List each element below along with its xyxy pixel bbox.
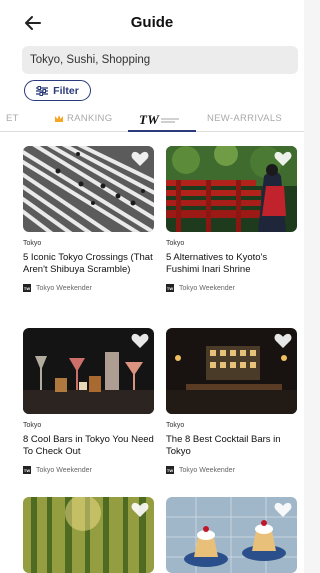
article-card[interactable]: Tokyo 5 Iconic Tokyo Crossings (That Are… <box>23 146 154 292</box>
filter-button[interactable]: Filter <box>24 80 91 101</box>
favorite-heart-icon[interactable] <box>274 502 292 518</box>
source-name: Tokyo Weekender <box>179 466 235 474</box>
source-name: Tokyo Weekender <box>36 466 92 474</box>
article-card[interactable]: Tokyo 5 Alternatives to Kyoto's Fushimi … <box>166 146 297 292</box>
article-headline[interactable]: 5 Iconic Tokyo Crossings (That Aren't Sh… <box>23 252 154 276</box>
article-card[interactable] <box>166 497 297 573</box>
tab-ranking-label: RANKING <box>67 113 113 124</box>
source-logo-icon: TW <box>166 284 174 292</box>
article-category: Tokyo <box>166 240 185 247</box>
category-tabs: ET RANKING TW NEW-ARRIVALS <box>0 106 304 132</box>
article-thumbnail <box>166 328 297 414</box>
article-category: Tokyo <box>23 240 42 247</box>
article-category: Tokyo <box>23 422 42 429</box>
page-title: Guide <box>130 14 174 31</box>
header: Guide <box>0 0 304 44</box>
favorite-heart-icon[interactable] <box>131 333 149 349</box>
article-headline[interactable]: The 8 Best Cocktail Bars in Tokyo <box>166 434 297 458</box>
article-source: TW Tokyo Weekender <box>23 284 154 292</box>
article-card[interactable] <box>23 497 154 573</box>
article-thumbnail <box>23 328 154 414</box>
source-logo-icon: TW <box>166 466 174 474</box>
source-name: Tokyo Weekender <box>179 284 235 292</box>
guide-screen: Guide Filter ET RANKING TW <box>0 0 304 573</box>
tab-new-arrivals[interactable]: NEW-ARRIVALS <box>207 113 282 124</box>
article-category: Tokyo <box>166 422 185 429</box>
crown-icon <box>55 115 63 122</box>
source-name: Tokyo Weekender <box>36 284 92 292</box>
tab-ranking[interactable]: RANKING <box>54 113 112 124</box>
source-logo-icon: TW <box>23 284 31 292</box>
filter-icon <box>36 85 49 96</box>
article-source: TW Tokyo Weekender <box>23 466 154 474</box>
article-thumbnail <box>166 497 297 573</box>
article-card[interactable]: Tokyo The 8 Best Cocktail Bars in Tokyo … <box>166 328 297 474</box>
search-input[interactable] <box>22 46 298 74</box>
article-headline[interactable]: 8 Cool Bars in Tokyo You Need To Check O… <box>23 434 154 458</box>
article-source: TW Tokyo Weekender <box>166 466 297 474</box>
tokyo-weekender-logo: TW <box>139 112 160 127</box>
favorite-heart-icon[interactable] <box>274 333 292 349</box>
article-headline[interactable]: 5 Alternatives to Kyoto's Fushimi Inari … <box>166 252 297 276</box>
active-tab-indicator <box>128 130 196 132</box>
tab-tokyo-weekender[interactable]: TW <box>139 109 181 131</box>
favorite-heart-icon[interactable] <box>131 151 149 167</box>
article-thumbnail <box>23 146 154 232</box>
article-thumbnail <box>23 497 154 573</box>
favorite-heart-icon[interactable] <box>274 151 292 167</box>
article-card[interactable]: Tokyo 8 Cool Bars in Tokyo You Need To C… <box>23 328 154 474</box>
tab-et[interactable]: ET <box>6 113 19 124</box>
article-thumbnail <box>166 146 297 232</box>
favorite-heart-icon[interactable] <box>131 502 149 518</box>
article-source: TW Tokyo Weekender <box>166 284 297 292</box>
filter-label: Filter <box>53 84 79 97</box>
source-logo-icon: TW <box>23 466 31 474</box>
logo-wordmark-lines <box>161 118 180 123</box>
